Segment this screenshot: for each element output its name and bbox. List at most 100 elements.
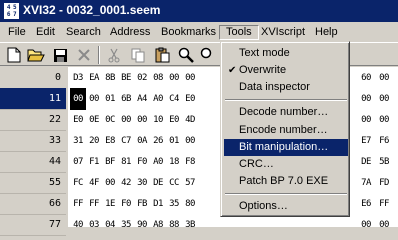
hex-byte[interactable]: C7: [118, 130, 134, 152]
hex-byte[interactable]: [246, 214, 262, 236]
hex-byte[interactable]: FD: [376, 172, 392, 194]
hex-byte[interactable]: 00: [86, 88, 102, 110]
hex-byte[interactable]: 1E: [102, 193, 118, 215]
hex-byte[interactable]: 0A: [134, 130, 150, 152]
hex-byte[interactable]: E0: [182, 88, 198, 110]
hex-byte[interactable]: 3B: [182, 214, 198, 236]
hex-byte[interactable]: [294, 214, 310, 236]
hex-byte[interactable]: DE: [150, 172, 166, 194]
hex-byte[interactable]: A0: [150, 88, 166, 110]
hex-byte[interactable]: A8: [150, 214, 166, 236]
hex-byte[interactable]: DE: [358, 151, 374, 173]
menu-item-bit-manipulation[interactable]: Bit manipulation…: [224, 139, 348, 156]
hex-byte[interactable]: 0E: [86, 109, 102, 131]
hex-byte[interactable]: F6: [376, 130, 392, 152]
hex-byte[interactable]: 00: [376, 109, 392, 131]
hex-byte[interactable]: A0: [150, 151, 166, 173]
hex-byte[interactable]: 00: [376, 67, 392, 89]
open-folder-icon[interactable]: [26, 45, 46, 65]
hex-byte[interactable]: 40: [70, 214, 86, 236]
hex-byte[interactable]: 8B: [102, 67, 118, 89]
hex-byte[interactable]: [198, 130, 214, 152]
hex-byte[interactable]: 00: [376, 88, 392, 110]
hex-byte[interactable]: 02: [134, 67, 150, 89]
new-file-icon[interactable]: [4, 45, 24, 65]
hex-byte[interactable]: 00: [182, 67, 198, 89]
save-disk-icon[interactable]: [50, 45, 70, 65]
copy-icon[interactable]: [128, 45, 148, 65]
hex-byte[interactable]: 00: [358, 214, 374, 236]
hex-byte[interactable]: 4D: [182, 109, 198, 131]
hex-byte[interactable]: 01: [166, 130, 182, 152]
menu-address[interactable]: Address: [104, 25, 156, 40]
hex-byte[interactable]: [278, 214, 294, 236]
hex-byte[interactable]: [230, 214, 246, 236]
hex-byte-cursor[interactable]: 00: [70, 88, 86, 110]
hex-byte[interactable]: [262, 214, 278, 236]
menu-item-crc[interactable]: CRC…: [224, 156, 348, 173]
hex-byte[interactable]: 07: [70, 151, 86, 173]
hex-byte[interactable]: [198, 172, 214, 194]
menu-edit[interactable]: Edit: [30, 25, 61, 40]
hex-byte[interactable]: D3: [70, 67, 86, 89]
hex-byte[interactable]: 00: [166, 67, 182, 89]
hex-byte[interactable]: 00: [376, 214, 392, 236]
hex-byte[interactable]: BF: [102, 151, 118, 173]
find-next-icon[interactable]: [198, 45, 218, 65]
hex-byte[interactable]: E0: [70, 109, 86, 131]
hex-byte[interactable]: E7: [358, 130, 374, 152]
hex-byte[interactable]: A4: [134, 88, 150, 110]
menu-tools[interactable]: Tools: [219, 25, 259, 40]
paste-icon[interactable]: [152, 45, 172, 65]
hex-byte[interactable]: 00: [358, 88, 374, 110]
hex-byte[interactable]: [214, 214, 230, 236]
hex-byte[interactable]: 6B: [118, 88, 134, 110]
hex-byte[interactable]: E0: [166, 109, 182, 131]
hex-byte[interactable]: 80: [182, 193, 198, 215]
hex-byte[interactable]: 42: [118, 172, 134, 194]
hex-byte[interactable]: FF: [86, 193, 102, 215]
cut-scissors-icon[interactable]: [104, 45, 124, 65]
menu-item-text-mode[interactable]: Text mode: [224, 45, 348, 62]
hex-byte[interactable]: F0: [118, 193, 134, 215]
hex-byte[interactable]: 00: [182, 130, 198, 152]
hex-byte[interactable]: 20: [86, 130, 102, 152]
hex-byte[interactable]: 4F: [86, 172, 102, 194]
hex-byte[interactable]: F8: [182, 151, 198, 173]
menu-help[interactable]: Help: [309, 25, 344, 40]
hex-byte[interactable]: 81: [118, 151, 134, 173]
menu-xviscript[interactable]: XVIscript: [255, 25, 311, 40]
delete-x-icon[interactable]: [74, 45, 94, 65]
hex-byte[interactable]: 00: [358, 109, 374, 131]
hex-byte[interactable]: 18: [166, 151, 182, 173]
hex-byte[interactable]: FF: [70, 193, 86, 215]
hex-byte[interactable]: E6: [358, 193, 374, 215]
hex-byte[interactable]: [198, 214, 214, 236]
menu-item-overwrite[interactable]: ✔ Overwrite: [224, 62, 348, 79]
hex-byte[interactable]: [198, 88, 214, 110]
hex-byte[interactable]: 01: [102, 88, 118, 110]
hex-byte[interactable]: 0C: [102, 109, 118, 131]
hex-byte[interactable]: 10: [150, 109, 166, 131]
hex-byte[interactable]: 00: [134, 109, 150, 131]
hex-byte[interactable]: 03: [86, 214, 102, 236]
menu-item-patch-bp[interactable]: Patch BP 7.0 EXE: [224, 173, 348, 190]
hex-byte[interactable]: BE: [118, 67, 134, 89]
menu-bookmarks[interactable]: Bookmarks: [155, 25, 222, 40]
hex-byte[interactable]: 00: [102, 172, 118, 194]
menu-item-data-inspector[interactable]: Data inspector: [224, 79, 348, 96]
hex-byte[interactable]: [198, 151, 214, 173]
hex-byte[interactable]: [342, 214, 358, 236]
hex-byte[interactable]: C4: [166, 88, 182, 110]
hex-byte[interactable]: [198, 109, 214, 131]
hex-byte[interactable]: D1: [150, 193, 166, 215]
hex-byte[interactable]: F1: [86, 151, 102, 173]
menu-search[interactable]: Search: [60, 25, 107, 40]
hex-byte[interactable]: FF: [376, 193, 392, 215]
hex-byte[interactable]: F0: [134, 151, 150, 173]
hex-byte[interactable]: CC: [166, 172, 182, 194]
hex-byte[interactable]: 31: [70, 130, 86, 152]
menu-file[interactable]: File: [2, 25, 32, 40]
hex-byte[interactable]: FB: [134, 193, 150, 215]
menu-item-options[interactable]: Options…: [224, 198, 348, 215]
